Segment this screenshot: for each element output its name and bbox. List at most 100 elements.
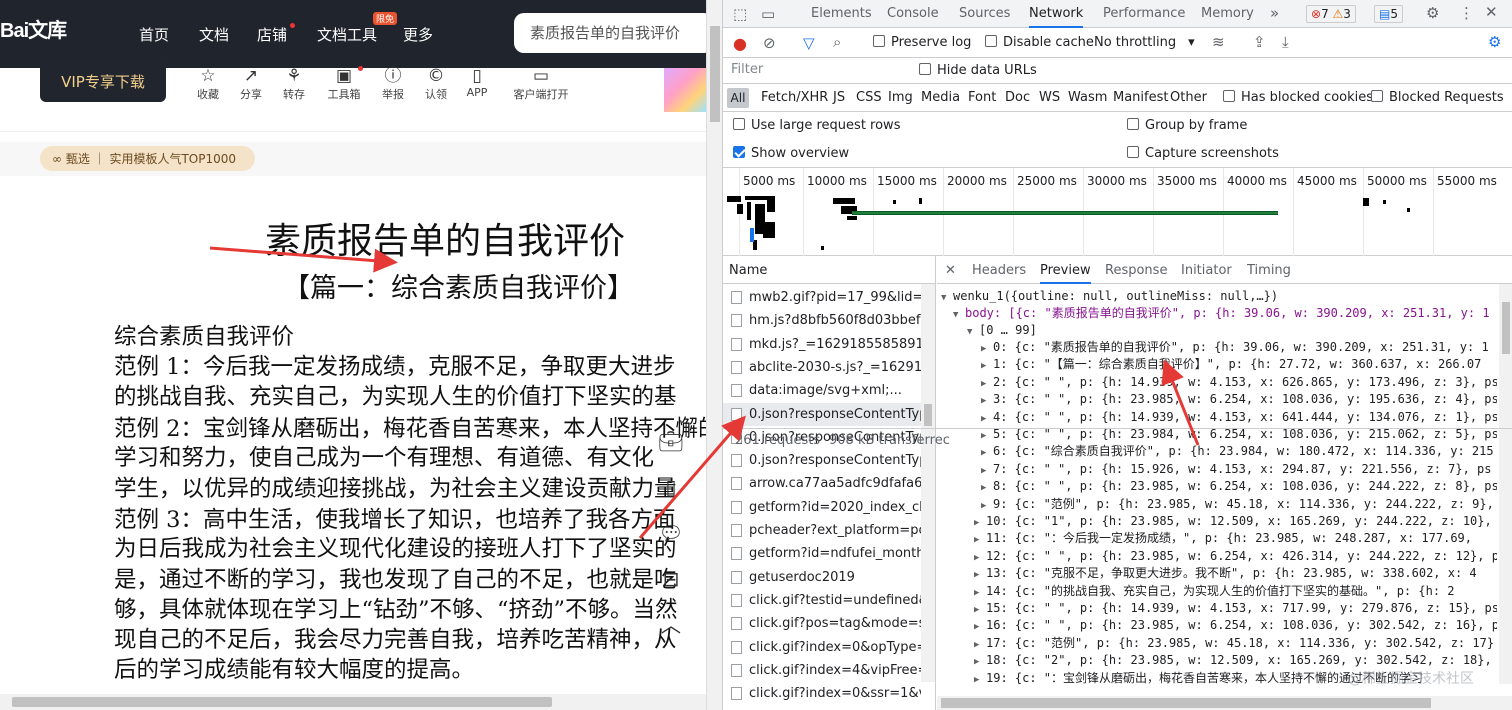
network-overview-timeline[interactable]: 5000 ms 10000 ms 15000 ms 20000 ms 25000… [723, 168, 1512, 256]
close-icon[interactable]: ✕ [1485, 3, 1498, 21]
hide-data-urls-checkbox[interactable]: Hide data URLs [919, 63, 1037, 78]
type-filter-media[interactable]: Media [921, 90, 960, 105]
type-filter-wasm[interactable]: Wasm [1068, 90, 1107, 105]
tree-item[interactable]: ▶ 11: {c: "：今后我一定发扬成绩，", p: {h: 23.985, w… [974, 530, 1472, 547]
share-tool[interactable]: ↗ 分享 [233, 66, 269, 102]
record-icon[interactable]: ● [733, 34, 747, 53]
clear-icon[interactable]: ⊘ [763, 34, 776, 52]
nav-more[interactable]: 更多 [403, 24, 433, 45]
type-filter-all[interactable]: All [727, 88, 749, 108]
tree-item[interactable]: ▶ 17: {c: "范例", p: {h: 23.985, w: 45.18, … [974, 635, 1494, 652]
nav-shop[interactable]: 店铺 [257, 24, 287, 45]
issue-counter[interactable]: ⊗7 ⚠3 [1306, 5, 1356, 23]
nav-doc-tools[interactable]: 文档工具 [317, 24, 377, 45]
page-vertical-scrollbar[interactable] [706, 0, 722, 710]
tree-item[interactable]: ▶ 9: {c: "范例", p: {h: 23.985, w: 45.18, x… [981, 496, 1494, 513]
favorite-tool[interactable]: ☆ 收藏 [190, 66, 226, 102]
type-filter-fetch[interactable]: Fetch/XHR [761, 90, 828, 105]
tree-item[interactable]: ▶ 7: {c: " ", p: {h: 15.926, w: 4.153, x:… [981, 461, 1492, 478]
tree-item[interactable]: ▶ 16: {c: " ", p: {h: 23.985, w: 6.254, x… [974, 617, 1497, 634]
tree-range-node[interactable]: ▼ [0 … 99] [967, 322, 1037, 339]
blocked-requests-checkbox[interactable]: Blocked Requests [1371, 90, 1504, 105]
tab-response[interactable]: Response [1105, 263, 1167, 278]
tree-item[interactable]: ▶ 15: {c: " ", p: {h: 14.939, w: 4.153, x… [974, 600, 1497, 617]
tree-root[interactable]: ▼ wenku_1({outline: null, outlineMiss: nu… [941, 288, 1278, 305]
request-row[interactable]: mwb2.gif?pid=17_99&lid=&t [723, 286, 921, 309]
tree-item[interactable]: ▶ 18: {c: "2", p: {h: 23.985, w: 12.509, … [974, 652, 1492, 669]
device-toolbar-icon[interactable]: ▭ [761, 5, 775, 23]
large-rows-checkbox[interactable]: Use large request rows [733, 118, 900, 133]
type-filter-img[interactable]: Img [888, 90, 913, 105]
more-tabs-icon[interactable]: » [1270, 4, 1279, 22]
tree-item[interactable]: ▶ 2: {c: " ", p: {h: 14.939, w: 4.153, x:… [981, 374, 1497, 391]
search-icon[interactable]: ⌕ [833, 33, 841, 51]
nav-home[interactable]: 首页 [139, 24, 169, 45]
export-har-icon[interactable]: ⤓ [1282, 33, 1289, 51]
close-detail-icon[interactable]: ✕ [945, 263, 956, 278]
tab-timing[interactable]: Timing [1247, 263, 1291, 278]
preview-horizontal-scrollbar[interactable] [937, 696, 1512, 710]
client-open-tool[interactable]: ▭ 客户端打开 [508, 66, 574, 102]
type-filter-ws[interactable]: WS [1039, 90, 1060, 105]
save-tool[interactable]: ⚘ 转存 [276, 66, 312, 102]
type-filter-js[interactable]: JS [833, 90, 845, 105]
name-column-header[interactable]: Name [723, 256, 936, 284]
type-filter-manifest[interactable]: Manifest [1113, 90, 1168, 105]
inspect-icon[interactable]: ⬚ [733, 5, 747, 23]
tree-item[interactable]: ▶ 14: {c: "的挑战自我、充实自己，为实现人生的价值打下坚实的基础。", … [974, 583, 1455, 600]
tab-performance[interactable]: Performance [1103, 0, 1185, 28]
tab-elements[interactable]: Elements [811, 0, 872, 28]
network-conditions-icon[interactable]: ≋ [1212, 33, 1225, 51]
request-row[interactable]: click.gif?index=0&ssr=1&v20 [723, 682, 921, 705]
request-row[interactable]: pcheader?ext_platform=pc [723, 519, 921, 542]
request-list-scrollbar[interactable] [921, 284, 935, 682]
toolbox-tool[interactable]: ▣ 工具箱 [326, 66, 362, 102]
request-row[interactable]: data:image/svg+xml;... [723, 379, 921, 402]
message-counter[interactable]: ▤5 [1374, 5, 1403, 23]
request-row[interactable]: 0.json?responseContentType. [723, 402, 921, 426]
filter-input[interactable]: Filter [727, 61, 905, 81]
tab-memory[interactable]: Memory [1201, 0, 1254, 28]
tab-console[interactable]: Console [887, 0, 939, 28]
request-row[interactable]: click.gif?pos=tag&mode=shc [723, 612, 921, 635]
has-blocked-cookies-checkbox[interactable]: Has blocked cookies [1223, 90, 1373, 105]
tab-sources[interactable]: Sources [959, 0, 1010, 28]
phone-icon[interactable]: ▯ [652, 464, 690, 510]
request-row[interactable]: mkd.js?_=1629185585891 [723, 333, 921, 356]
request-row[interactable]: click.gif?index=0&opType=pr [723, 636, 921, 659]
disable-cache-checkbox[interactable]: Disable cache [985, 35, 1094, 50]
request-row[interactable]: hm.js?d8bfb560f8d03bbefc9. [723, 309, 921, 332]
import-har-icon[interactable]: ⇪ [1253, 33, 1266, 51]
briefcase-icon[interactable]: 💼︎ [652, 418, 690, 464]
preview-scrollbar[interactable] [1499, 284, 1512, 684]
preserve-log-checkbox[interactable]: Preserve log [873, 35, 971, 50]
tag-pill[interactable]: ∞ 甄选 ｜ 实用模板人气TOP1000 [40, 146, 255, 171]
tab-initiator[interactable]: Initiator [1181, 263, 1232, 278]
tab-network[interactable]: Network [1029, 0, 1084, 28]
type-filter-doc[interactable]: Doc [1005, 90, 1030, 105]
tree-item[interactable]: ▶ 10: {c: "1", p: {h: 23.985, w: 12.509, … [974, 513, 1492, 530]
tab-headers[interactable]: Headers [972, 263, 1026, 278]
settings-gear-icon[interactable]: ⚙ [1426, 4, 1439, 22]
type-filter-font[interactable]: Font [968, 90, 996, 105]
request-row[interactable]: getform?id=2020_index_class [723, 496, 921, 519]
request-row[interactable]: abclite-2030-s.js?_=16291855 [723, 356, 921, 379]
request-row[interactable]: click.gif?testid=undefined&sa [723, 589, 921, 612]
tree-item[interactable]: ▶ 8: {c: " ", p: {h: 23.985, w: 6.254, x:… [981, 478, 1497, 495]
capture-screenshots-checkbox[interactable]: Capture screenshots [1127, 146, 1279, 161]
back-to-top-icon[interactable]: ︿ [652, 602, 690, 648]
type-filter-css[interactable]: CSS [856, 90, 882, 105]
tree-item[interactable]: ▶ 0: {c: "素质报告单的自我评价", p: {h: 39.06, w: 3… [981, 339, 1489, 356]
type-filter-other[interactable]: Other [1170, 90, 1207, 105]
tree-item[interactable]: ▶ 1: {c: "【篇一：综合素质自我评价】", p: {h: 27.72, w… [981, 356, 1481, 373]
request-row[interactable]: click.gif?index=4&vipFree=fa [723, 659, 921, 682]
tree-item[interactable]: ▶ 12: {c: " ", p: {h: 23.985, w: 6.254, x… [974, 548, 1497, 565]
tree-item[interactable]: ▶ 4: {c: " ", p: {h: 14.939, w: 4.153, x:… [981, 409, 1497, 426]
tab-preview[interactable]: Preview [1040, 263, 1091, 284]
claim-tool[interactable]: © 认领 [418, 66, 454, 102]
bag-icon[interactable]: ⊟ [652, 556, 690, 602]
search-input[interactable]: 素质报告单的自我评价 [514, 13, 706, 53]
nav-docs[interactable]: 文档 [199, 24, 229, 45]
network-settings-gear-icon[interactable]: ⚙ [1488, 33, 1501, 51]
kebab-menu-icon[interactable]: ⋮ [1459, 4, 1474, 22]
